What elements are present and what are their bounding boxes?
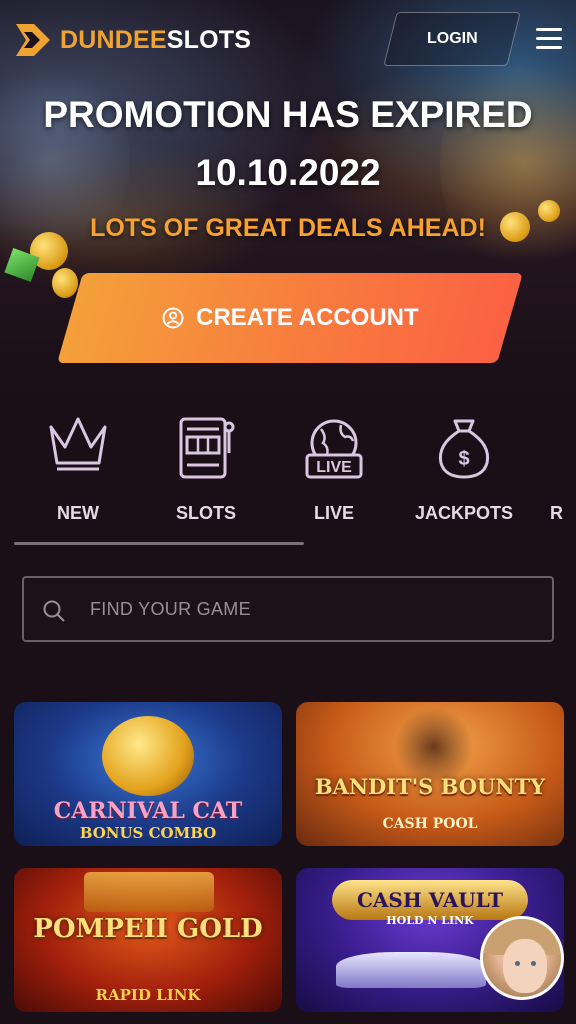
category-nav: NEW SLOTS LIVE LIVE $ JACKPOTS R xyxy=(0,405,576,545)
brand-logo[interactable]: DUNDEESLOTS xyxy=(14,22,251,58)
category-partial[interactable]: R xyxy=(540,405,576,535)
coin-decoration xyxy=(52,268,78,298)
game-title: BANDIT'S BOUNTY xyxy=(314,774,546,799)
category-slots[interactable]: SLOTS xyxy=(142,405,270,535)
game-tile[interactable]: CARNIVAL CAT BONUS COMBO xyxy=(14,702,282,846)
game-title: POMPEII GOLD xyxy=(33,914,263,944)
hamburger-menu-icon[interactable] xyxy=(536,28,562,50)
create-account-button[interactable]: CREATE ACCOUNT xyxy=(57,273,523,363)
game-title: CASH VAULT xyxy=(357,888,503,912)
login-button[interactable]: LOGIN xyxy=(383,12,521,66)
logo-mark-icon xyxy=(16,24,50,56)
money-bag-icon: $ xyxy=(438,419,490,479)
svg-text:LIVE: LIVE xyxy=(316,459,352,476)
user-icon xyxy=(162,307,184,329)
category-new[interactable]: NEW xyxy=(14,405,142,535)
game-subtitle: RAPID LINK xyxy=(95,986,201,1004)
logo-text-dundee: DUNDEE xyxy=(60,25,167,54)
game-tile[interactable]: BANDIT'S BOUNTY CASH POOL xyxy=(296,702,564,846)
category-label: JACKPOTS xyxy=(414,503,513,523)
logo-text-slots: SLOTS xyxy=(166,25,252,54)
login-label: LOGIN xyxy=(426,30,478,47)
crown-icon xyxy=(49,417,107,471)
category-label: R xyxy=(550,503,563,523)
temple-decoration xyxy=(84,872,214,912)
category-label: NEW xyxy=(57,503,99,523)
hero-banner: DUNDEESLOTS LOGIN PROMOTION HAS EXPIRED … xyxy=(0,0,576,395)
category-scroll-indicator[interactable] xyxy=(14,542,304,545)
create-account-label: CREATE ACCOUNT xyxy=(195,304,419,331)
support-agent-avatar[interactable] xyxy=(480,916,564,1000)
category-label: SLOTS xyxy=(175,503,236,523)
promo-date: 10.10.2022 xyxy=(195,152,381,193)
game-search xyxy=(22,576,554,642)
category-live[interactable]: LIVE LIVE xyxy=(270,405,398,535)
game-title: CARNIVAL CAT xyxy=(53,798,243,824)
game-subtitle: CASH POOL xyxy=(382,816,478,832)
game-tile[interactable]: POMPEII GOLD RAPID LINK xyxy=(14,868,282,1012)
cat-figure-decoration xyxy=(102,716,194,796)
game-subtitle: BONUS COMBO xyxy=(79,824,217,842)
search-icon xyxy=(43,600,65,622)
category-label: LIVE xyxy=(313,503,354,523)
live-globe-icon: LIVE xyxy=(305,419,363,479)
yacht-decoration xyxy=(336,952,486,988)
site-header: DUNDEESLOTS LOGIN xyxy=(0,0,576,80)
slot-machine-icon xyxy=(179,417,235,479)
search-input[interactable] xyxy=(90,578,530,640)
promo-title: PROMOTION HAS EXPIRED xyxy=(43,94,533,135)
promo-subtitle: LOTS OF GREAT DEALS AHEAD! xyxy=(90,214,486,242)
category-jackpots[interactable]: $ JACKPOTS xyxy=(400,405,528,535)
svg-text:$: $ xyxy=(458,448,469,470)
